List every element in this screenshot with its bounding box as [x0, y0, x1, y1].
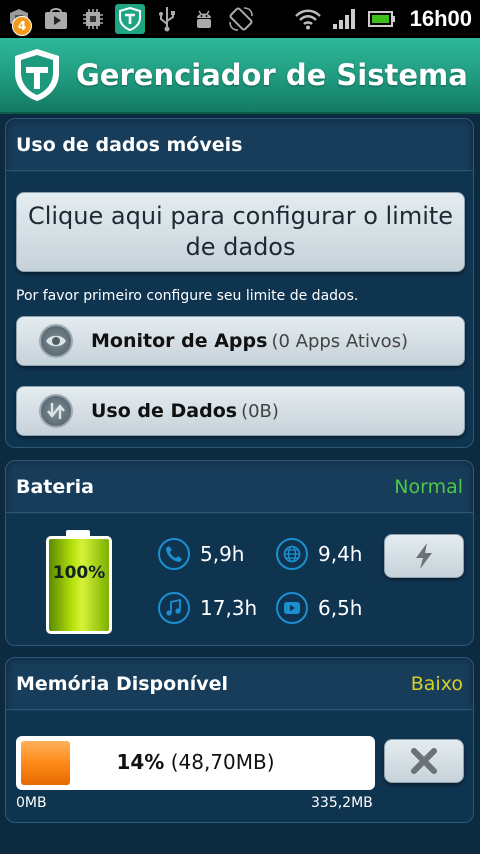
chip-icon: [78, 4, 108, 34]
shield-app-icon: [115, 4, 145, 34]
memory-status: Baixo: [410, 672, 463, 695]
app-monitor-count: (0 Apps Ativos): [271, 330, 409, 352]
battery-header: Bateria Normal: [6, 461, 473, 513]
battery-panel: Bateria Normal 100% 5,9h 9,4h 17,3h 6,5h: [5, 460, 474, 646]
mobile-data-title: Uso de dados móveis: [16, 133, 243, 156]
memory-amount: (48,70MB): [170, 750, 275, 774]
internet-time-stat: 9,4h: [276, 538, 362, 570]
memory-header: Memória Disponível Baixo: [6, 658, 473, 710]
data-transfer-icon: [39, 394, 73, 428]
mobile-data-body: Clique aqui para configurar o limite de …: [6, 172, 473, 447]
mobile-data-panel: Uso de dados móveis Clique aqui para con…: [5, 118, 474, 448]
wifi-icon: [293, 4, 323, 34]
play-store-icon: [41, 4, 71, 34]
notification-icon[interactable]: 4: [4, 4, 34, 36]
battery-gauge: 100%: [46, 536, 112, 634]
memory-scale-max: 335,2MB: [311, 795, 373, 811]
data-usage-value: (0B): [241, 400, 279, 422]
talk-time-stat: 5,9h: [158, 538, 244, 570]
usb-icon: [152, 4, 182, 34]
data-limit-hint: Por favor primeiro configure seu limite …: [16, 288, 359, 304]
music-time-stat: 17,3h: [158, 592, 257, 624]
page-title: Gerenciador de Sistema: [76, 58, 468, 92]
mobile-data-header: Uso de dados móveis: [6, 119, 473, 171]
data-usage-label: Uso de Dados: [91, 400, 238, 422]
memory-usage-bar: 14% (48,70MB): [16, 736, 375, 790]
video-icon: [276, 592, 308, 624]
memory-percent: 14%: [116, 750, 165, 774]
clock: 16h00: [409, 6, 472, 31]
battery-title: Bateria: [16, 475, 94, 498]
memory-panel: Memória Disponível Baixo 14% (48,70MB) 0…: [5, 657, 474, 823]
app-title-bar: Gerenciador de Sistema: [0, 38, 480, 114]
battery-body: 100% 5,9h 9,4h 17,3h 6,5h: [6, 514, 473, 645]
battery-level: 100%: [52, 563, 106, 583]
shield-logo-icon: [15, 49, 59, 101]
phone-icon: [158, 538, 190, 570]
android-debug-icon: [189, 4, 219, 34]
video-time-value: 6,5h: [318, 596, 363, 620]
globe-icon: [276, 538, 308, 570]
configure-data-limit-button[interactable]: Clique aqui para configurar o limite de …: [16, 192, 465, 272]
rotation-icon: [226, 4, 256, 34]
eye-icon: [39, 324, 73, 358]
app-monitor-label: Monitor de Apps: [91, 330, 268, 352]
signal-icon: [330, 4, 360, 34]
memory-scale-min: 0MB: [16, 795, 47, 811]
memory-usage-text: 14% (48,70MB): [16, 750, 375, 774]
talk-time-value: 5,9h: [200, 542, 245, 566]
music-time-value: 17,3h: [200, 596, 258, 620]
music-icon: [158, 592, 190, 624]
video-time-stat: 6,5h: [276, 592, 362, 624]
app-monitor-button[interactable]: Monitor de Apps (0 Apps Ativos): [16, 316, 465, 366]
lightning-icon: [416, 543, 432, 569]
notification-count-badge: 4: [12, 16, 32, 36]
status-bar: 4 16h00: [0, 0, 480, 38]
internet-time-value: 9,4h: [318, 542, 363, 566]
clear-memory-button[interactable]: [384, 739, 464, 783]
memory-title: Memória Disponível: [16, 672, 229, 695]
data-usage-button[interactable]: Uso de Dados (0B): [16, 386, 465, 436]
memory-body: 14% (48,70MB) 0MB 335,2MB: [6, 711, 473, 822]
battery-status: Normal: [394, 475, 463, 498]
battery-icon: [367, 4, 397, 34]
close-icon: [411, 748, 437, 774]
power-saving-button[interactable]: [384, 534, 464, 578]
